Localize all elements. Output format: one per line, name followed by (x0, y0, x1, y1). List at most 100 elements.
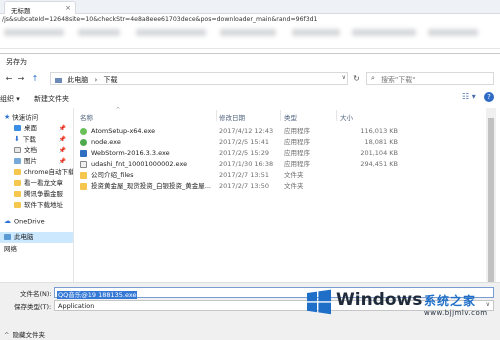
hide-folders-label: 隐藏文件夹 (12, 331, 45, 339)
node-app-icon (80, 138, 87, 146)
column-divider[interactable] (336, 110, 337, 121)
file-name-cell: udashi_fnt_10001000002.exe (80, 159, 220, 170)
sidebar-item-onedrive[interactable]: ☁ OneDrive (0, 216, 73, 227)
file-date: 2017/2/5 15:41 (219, 138, 269, 146)
navigation-pane: ★ 快速访问 桌面 📌 ⬇ 下载 📌 文档 📌 图片 📌 chrome自动下载 看一… (0, 108, 74, 308)
file-row[interactable]: 投资黄金屋_现货投资_白银投资_黄金屋... 2017/2/7 13:50 文件… (76, 181, 416, 192)
file-date: 2017/2/7 13:51 (219, 171, 269, 179)
sidebar-item-label: 文档 (24, 146, 37, 154)
file-date: 2017/1/30 16:38 (219, 160, 274, 168)
breadcrumb-computer[interactable]: 此电脑 (67, 76, 88, 84)
sidebar-item-pictures[interactable]: 图片 📌 (0, 156, 73, 167)
hide-folders-toggle[interactable]: ^ 隐藏文件夹 (4, 329, 45, 339)
dialog-title: 另存为 (6, 58, 27, 66)
file-row[interactable]: node.exe 2017/2/5 15:41 应用程序 18,081 KB (76, 137, 416, 148)
file-size: 201,104 KB (360, 149, 398, 157)
sidebar-item-label: 看一看龙文章 (24, 179, 63, 187)
sidebar-item-chrome-downloads[interactable]: chrome自动下载 (0, 167, 73, 178)
help-icon[interactable]: ? (484, 92, 494, 102)
pin-icon: 📌 (58, 158, 66, 165)
organize-button[interactable]: 组织 ▾ (0, 94, 20, 104)
sidebar-item-label: 桌面 (24, 124, 37, 132)
sidebar-item-articles[interactable]: 看一看龙文章 (0, 178, 73, 189)
path-breadcrumb[interactable]: 此电脑 › 下载 ∨ (50, 72, 348, 85)
refresh-icon[interactable]: ↻ (350, 72, 363, 85)
browser-tab[interactable]: 无标题 × (4, 1, 76, 15)
file-name: AtomSetup-x64.exe (91, 127, 156, 135)
filename-value: QQ音乐@19 188135.exe (57, 291, 138, 299)
sidebar-item-software[interactable]: 软件下载地址 (0, 200, 73, 211)
chevron-up-icon: ^ (4, 331, 10, 339)
document-icon (14, 147, 21, 153)
address-bar-text[interactable]: /js&subcateId=12648site=10&checkStr=4e8a… (0, 15, 500, 25)
sidebar-item-this-pc[interactable]: 此电脑 (0, 232, 73, 243)
file-list-scrollbar[interactable] (486, 108, 496, 308)
folder-icon (80, 171, 87, 179)
navigation-bar: ← → ↑ 此电脑 › 下载 ∨ ↻ ⌕ 搜索"下载" (0, 70, 500, 87)
view-options-icon[interactable]: ☷ ▾ (462, 92, 476, 101)
watermark-brand: Windows (336, 290, 423, 310)
sidebar-item-desktop[interactable]: 桌面 📌 (0, 123, 73, 134)
file-type: 文件夹 (284, 182, 304, 190)
computer-icon (55, 77, 62, 83)
sidebar-item-downloads[interactable]: ⬇ 下载 📌 (0, 134, 73, 145)
column-divider[interactable] (216, 110, 217, 121)
blurred-toolbar (0, 25, 500, 49)
desktop-icon (14, 125, 21, 131)
installer-icon (80, 160, 87, 168)
sidebar-item-label: 网络 (4, 245, 17, 253)
back-arrow-icon[interactable]: ← (4, 73, 14, 84)
pin-icon: 📌 (58, 125, 66, 132)
file-type: 应用程序 (284, 138, 310, 146)
folder-icon (80, 182, 87, 190)
column-header-date[interactable]: 修改日期 (219, 112, 245, 122)
atom-app-icon (80, 127, 87, 135)
sidebar-item-label: 此电脑 (14, 233, 34, 241)
sidebar-item-label: 软件下载地址 (24, 201, 63, 209)
breadcrumb-downloads[interactable]: 下载 (104, 76, 118, 84)
file-date: 2017/2/5 15:29 (219, 149, 269, 157)
file-row[interactable]: AtomSetup-x64.exe 2017/4/12 12:43 应用程序 1… (76, 126, 416, 137)
folder-icon (14, 169, 21, 175)
sidebar-item-label: 腾讯争霸金服 (24, 190, 63, 198)
star-icon: ★ (4, 113, 11, 121)
sidebar-item-network[interactable]: 网络 (0, 244, 73, 255)
windows-logo-icon (307, 289, 331, 315)
column-header-type[interactable]: 类型 (284, 112, 297, 122)
file-name-cell: 投资黄金屋_现货投资_白银投资_黄金屋... (80, 181, 220, 192)
pin-icon: 📌 (58, 136, 66, 143)
file-name: WebStorm-2016.3.3.exe (91, 149, 170, 157)
file-row[interactable]: udashi_fnt_10001000002.exe 2017/1/30 16:… (76, 159, 416, 170)
sidebar-item-quick-access[interactable]: ★ 快速访问 (0, 112, 73, 123)
search-input[interactable]: ⌕ 搜索"下载" (366, 72, 494, 85)
column-divider[interactable] (280, 110, 281, 121)
watermark: Windows 系统之家 www.bjjmlv.com (300, 285, 500, 325)
file-name: udashi_fnt_10001000002.exe (91, 160, 188, 168)
column-header-size[interactable]: 大小 (340, 112, 353, 122)
new-folder-button[interactable]: 新建文件夹 (34, 94, 69, 104)
download-icon: ⬇ (14, 135, 20, 143)
file-name-cell: WebStorm-2016.3.3.exe (80, 148, 220, 159)
file-type: 应用程序 (284, 127, 310, 135)
sidebar-item-label: OneDrive (14, 217, 45, 226)
file-row[interactable]: WebStorm-2016.3.3.exe 2017/2/5 15:29 应用程… (76, 148, 416, 159)
forward-arrow-icon[interactable]: → (16, 73, 26, 84)
scrollbar-thumb[interactable] (488, 118, 494, 298)
sort-icon: ^ (116, 107, 121, 113)
path-dropdown-icon[interactable]: ∨ (342, 74, 346, 81)
file-name-cell: node.exe (80, 137, 220, 148)
browser-tab-bar: 无标题 × (0, 0, 500, 15)
picture-icon (14, 158, 21, 164)
file-row[interactable]: 公司介绍_files 2017/2/7 13:51 文件夹 (76, 170, 416, 181)
folder-icon (14, 191, 21, 197)
file-type: 文件夹 (284, 171, 304, 179)
webstorm-app-icon (80, 149, 87, 157)
sidebar-item-label: 图片 (24, 157, 37, 165)
folder-icon (14, 180, 21, 186)
sidebar-item-documents[interactable]: 文档 📌 (0, 145, 73, 156)
up-arrow-icon[interactable]: ↑ (30, 73, 40, 84)
close-tab-icon[interactable]: × (65, 4, 71, 12)
watermark-url: www.bjjmlv.com (424, 309, 488, 317)
column-header-name[interactable]: ^ 名称 (80, 107, 120, 122)
sidebar-item-tencent[interactable]: 腾讯争霸金服 (0, 189, 73, 200)
